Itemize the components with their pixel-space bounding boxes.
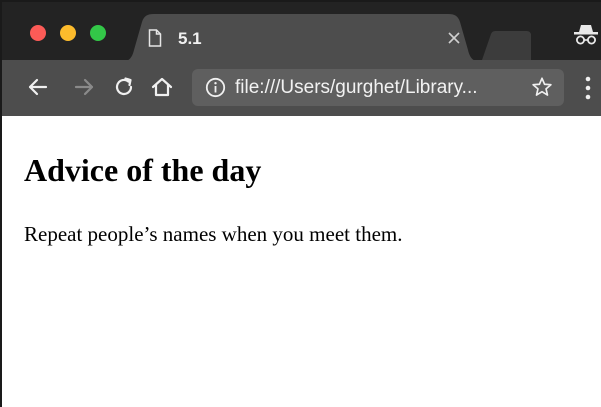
- browser-window: 5.1 file:///Users/gurghet/Library... Adv…: [0, 0, 601, 407]
- browser-toolbar: file:///Users/gurghet/Library...: [2, 60, 601, 116]
- document-icon: [148, 29, 162, 47]
- page-heading: Advice of the day: [24, 152, 262, 188]
- tab-shape: [120, 14, 482, 62]
- address-bar[interactable]: file:///Users/gurghet/Library...: [192, 69, 564, 106]
- kebab-menu-icon[interactable]: [582, 75, 594, 101]
- incognito-icon: [574, 25, 598, 45]
- new-tab-button[interactable]: [478, 30, 534, 62]
- back-arrow-icon[interactable]: [26, 75, 50, 99]
- reload-icon[interactable]: [112, 75, 136, 99]
- close-window-button[interactable]: [30, 25, 46, 41]
- tab-strip: 5.1: [2, 2, 601, 62]
- tab-title: 5.1: [178, 29, 202, 48]
- address-text[interactable]: file:///Users/gurghet/Library...: [235, 77, 478, 98]
- zoom-window-button[interactable]: [90, 25, 106, 41]
- active-tab[interactable]: 5.1: [120, 14, 482, 62]
- forward-arrow-icon[interactable]: [72, 75, 96, 99]
- advice-text: Repeat people’s names when you meet them…: [24, 222, 403, 246]
- page-content: Advice of the day Repeat people’s names …: [2, 116, 601, 407]
- info-icon[interactable]: [205, 77, 226, 98]
- minimize-window-button[interactable]: [60, 25, 76, 41]
- star-icon[interactable]: [531, 76, 553, 98]
- close-icon[interactable]: [444, 28, 464, 48]
- home-icon[interactable]: [150, 75, 174, 99]
